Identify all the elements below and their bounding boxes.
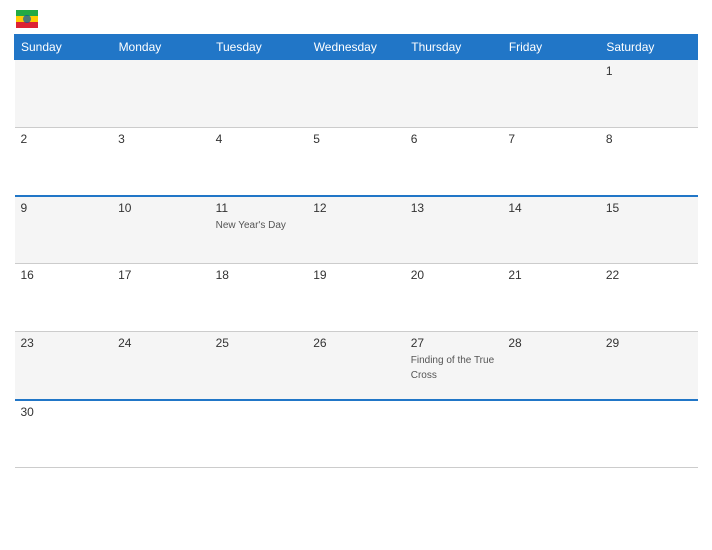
calendar-cell xyxy=(307,60,405,128)
calendar-cell xyxy=(307,400,405,468)
day-number: 22 xyxy=(606,268,692,282)
day-header-wednesday: Wednesday xyxy=(307,35,405,60)
calendar-cell xyxy=(112,400,210,468)
calendar-cell: 8 xyxy=(600,128,698,196)
day-number: 14 xyxy=(508,201,594,215)
calendar-cell xyxy=(15,60,113,128)
calendar-cell: 2 xyxy=(15,128,113,196)
calendar-page: SundayMondayTuesdayWednesdayThursdayFrid… xyxy=(0,0,712,550)
calendar-cell: 1 xyxy=(600,60,698,128)
day-header-monday: Monday xyxy=(112,35,210,60)
calendar-cell xyxy=(210,400,308,468)
day-number: 2 xyxy=(21,132,107,146)
day-number: 9 xyxy=(21,201,107,215)
day-header-friday: Friday xyxy=(502,35,600,60)
day-number: 17 xyxy=(118,268,204,282)
day-number: 19 xyxy=(313,268,399,282)
day-number: 18 xyxy=(216,268,302,282)
calendar-cell: 30 xyxy=(15,400,113,468)
day-number: 20 xyxy=(411,268,497,282)
day-number: 1 xyxy=(606,64,692,78)
calendar-cell xyxy=(405,400,503,468)
calendar-cell: 6 xyxy=(405,128,503,196)
day-number: 12 xyxy=(313,201,399,215)
day-header-sunday: Sunday xyxy=(15,35,113,60)
day-number: 30 xyxy=(21,405,107,419)
day-number: 15 xyxy=(606,201,692,215)
holiday-label: New Year's Day xyxy=(216,220,286,231)
day-number: 8 xyxy=(606,132,692,146)
calendar-cell: 10 xyxy=(112,196,210,264)
calendar-cell: 4 xyxy=(210,128,308,196)
calendar-cell: 22 xyxy=(600,264,698,332)
logo-flag-icon xyxy=(16,10,38,28)
logo xyxy=(14,10,38,28)
calendar-cell: 12 xyxy=(307,196,405,264)
calendar-cell: 3 xyxy=(112,128,210,196)
holiday-label: Finding of the True Cross xyxy=(411,355,494,381)
day-number: 11 xyxy=(216,201,302,215)
day-number: 10 xyxy=(118,201,204,215)
day-number: 27 xyxy=(411,336,497,350)
calendar-cell: 29 xyxy=(600,332,698,400)
calendar-cell: 23 xyxy=(15,332,113,400)
calendar-cell xyxy=(210,60,308,128)
day-header-saturday: Saturday xyxy=(600,35,698,60)
week-row-1: 1 xyxy=(15,60,698,128)
calendar-cell: 14 xyxy=(502,196,600,264)
calendar-cell: 17 xyxy=(112,264,210,332)
day-number: 16 xyxy=(21,268,107,282)
calendar-cell: 13 xyxy=(405,196,503,264)
calendar-cell xyxy=(600,400,698,468)
day-number: 13 xyxy=(411,201,497,215)
week-row-2: 2345678 xyxy=(15,128,698,196)
calendar-cell xyxy=(502,60,600,128)
calendar-cell: 15 xyxy=(600,196,698,264)
days-header-row: SundayMondayTuesdayWednesdayThursdayFrid… xyxy=(15,35,698,60)
calendar-cell: 24 xyxy=(112,332,210,400)
day-number: 7 xyxy=(508,132,594,146)
calendar-cell: 25 xyxy=(210,332,308,400)
calendar-cell: 28 xyxy=(502,332,600,400)
day-number: 6 xyxy=(411,132,497,146)
week-row-6: 30 xyxy=(15,400,698,468)
day-number: 25 xyxy=(216,336,302,350)
day-number: 29 xyxy=(606,336,692,350)
calendar-cell: 21 xyxy=(502,264,600,332)
calendar-cell xyxy=(502,400,600,468)
calendar-cell: 16 xyxy=(15,264,113,332)
day-header-tuesday: Tuesday xyxy=(210,35,308,60)
day-number: 3 xyxy=(118,132,204,146)
day-header-thursday: Thursday xyxy=(405,35,503,60)
calendar-cell: 18 xyxy=(210,264,308,332)
calendar-cell xyxy=(112,60,210,128)
calendar-cell: 19 xyxy=(307,264,405,332)
day-number: 26 xyxy=(313,336,399,350)
week-row-3: 9 10 11 New Year's Day 12 13 14 15 xyxy=(15,196,698,264)
calendar-cell: 27 Finding of the True Cross xyxy=(405,332,503,400)
day-number: 4 xyxy=(216,132,302,146)
calendar-table: SundayMondayTuesdayWednesdayThursdayFrid… xyxy=(14,34,698,468)
calendar-header xyxy=(14,10,698,28)
day-number: 24 xyxy=(118,336,204,350)
week-row-4: 16 17 18 19 20 21 22 xyxy=(15,264,698,332)
calendar-cell: 9 xyxy=(15,196,113,264)
week-row-5: 23 24 25 26 27 Finding of the True Cross 28 29 xyxy=(15,332,698,400)
calendar-cell xyxy=(405,60,503,128)
day-number: 28 xyxy=(508,336,594,350)
day-number: 5 xyxy=(313,132,399,146)
calendar-cell: 11 New Year's Day xyxy=(210,196,308,264)
calendar-cell: 7 xyxy=(502,128,600,196)
day-number: 23 xyxy=(21,336,107,350)
calendar-cell: 5 xyxy=(307,128,405,196)
day-number: 21 xyxy=(508,268,594,282)
calendar-cell: 26 xyxy=(307,332,405,400)
calendar-cell: 20 xyxy=(405,264,503,332)
